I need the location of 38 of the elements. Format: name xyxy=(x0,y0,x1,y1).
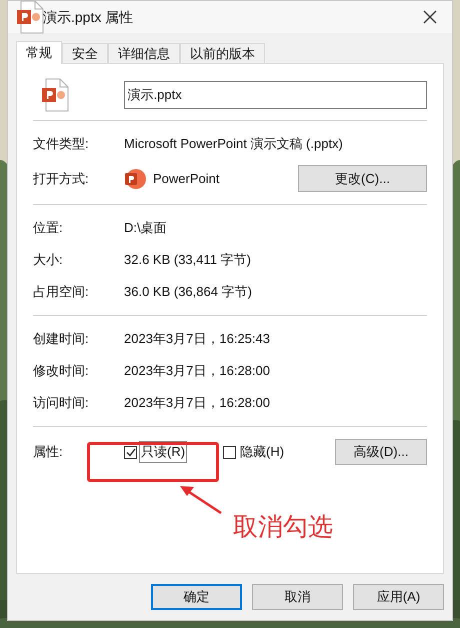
change-button[interactable]: 更改(C)... xyxy=(298,165,427,192)
arrow-icon xyxy=(178,484,222,514)
property-value: PowerPoint xyxy=(153,170,220,188)
tab[interactable]: 详细信息 xyxy=(108,43,180,63)
property-label: 文件类型: xyxy=(33,135,90,154)
presentation-file-icon xyxy=(41,78,71,112)
checkbox[interactable] xyxy=(223,446,236,458)
checkbox-option[interactable]: 隐藏(H) xyxy=(223,441,335,463)
file-name-field[interactable]: 演示.pptx xyxy=(124,81,427,109)
property-value: 36.0 KB (36,864 字节) xyxy=(124,283,252,302)
property-label: 打开方式: xyxy=(33,170,90,188)
property-value: 2023年3月7日，16:25:43 xyxy=(124,330,270,348)
property-value: 2023年3月7日，16:28:00 xyxy=(124,394,270,412)
property-label: 大小: xyxy=(33,251,64,270)
property-label: 占用空间: xyxy=(33,283,90,302)
property-label: 访问时间: xyxy=(33,394,90,412)
property-label: 位置: xyxy=(33,219,64,238)
check-icon xyxy=(126,448,136,456)
advanced-button[interactable]: 高级(D)... xyxy=(335,439,427,465)
property-label: 创建时间: xyxy=(33,330,90,348)
tab[interactable]: 常规 xyxy=(16,41,62,64)
property-value: 32.6 KB (33,411 字节) xyxy=(124,251,251,270)
dialog-button[interactable]: 应用(A) xyxy=(353,584,444,610)
property-label: 属性: xyxy=(33,443,64,462)
tab[interactable]: 安全 xyxy=(62,43,108,63)
tab[interactable]: 以前的版本 xyxy=(180,43,265,63)
window-title: 演示.pptx 属性 xyxy=(43,8,134,27)
dialog-button[interactable]: 确定 xyxy=(151,584,242,610)
property-label: 修改时间: xyxy=(33,362,90,380)
property-value: 2023年3月7日，16:28:00 xyxy=(124,362,270,380)
property-value: D:\桌面 xyxy=(124,219,167,238)
close-icon xyxy=(423,10,437,24)
dialog-button[interactable]: 取消 xyxy=(252,584,343,610)
presentation-app-icon xyxy=(124,168,146,190)
property-value: Microsoft PowerPoint 演示文稿 (.pptx) xyxy=(124,135,343,154)
checkbox-option[interactable]: 只读(R) xyxy=(124,441,223,463)
annotation-text: 取消勾选 xyxy=(233,512,333,543)
checkbox[interactable] xyxy=(124,446,137,458)
